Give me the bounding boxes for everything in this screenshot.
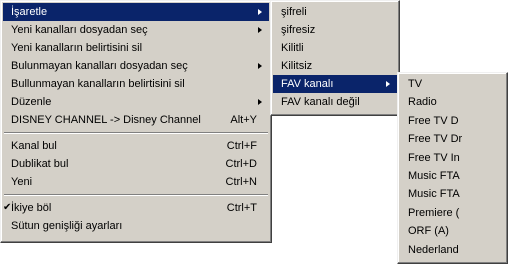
- submenu-item-fav-channel[interactable]: FAV kanalı: [273, 75, 397, 93]
- mark-submenu: şifreli şifresiz Kilitli Kilitsiz FAV ka…: [270, 0, 400, 116]
- fav-list-item[interactable]: Music FTA: [400, 167, 505, 185]
- menu-item-label: Bullunmayan kanalların belirtisini sil: [11, 78, 185, 90]
- menu-item-label: Free TV Dr: [408, 133, 463, 146]
- menu-item-select-new-from-file[interactable]: Yeni kanalları dosyadan seç: [3, 21, 269, 39]
- menu-item-select-missing-from-file[interactable]: Bulunmayan kanalları dosyadan seç: [3, 57, 269, 75]
- menu-item-label: Düzenle: [11, 96, 52, 108]
- menu-item-label: ORF (A): [408, 225, 449, 238]
- menu-item-label: İkiye böl: [11, 202, 52, 214]
- fav-list-item[interactable]: Premiere (: [400, 204, 505, 222]
- menu-item-label: Free TV D: [408, 114, 459, 127]
- menu-item-label: Premiere (: [408, 206, 460, 219]
- menu-item-label: İşaretle: [11, 6, 48, 18]
- menu-item-label: Music FTA: [408, 188, 460, 201]
- submenu-item-unlocked[interactable]: Kilitsiz: [273, 57, 397, 75]
- menu-item-label: Radio: [408, 96, 437, 109]
- menu-item-label: DISNEY CHANNEL -> Disney Channel: [11, 114, 201, 126]
- menu-item-label: Dublikat bul: [11, 158, 69, 170]
- submenu-arrow-icon: [258, 9, 262, 15]
- submenu-arrow-icon: [258, 27, 262, 33]
- menu-item-find-channel[interactable]: Kanal bul Ctrl+F: [3, 137, 269, 155]
- submenu-arrow-icon: [258, 99, 262, 105]
- menu-item-clear-new-marks[interactable]: Yeni kanalların belirtisini sil: [3, 39, 269, 57]
- menu-item-label: FAV kanalı: [281, 78, 334, 90]
- menu-item-label: Yeni: [11, 176, 33, 188]
- menu-item-label: Kilitli: [281, 42, 304, 54]
- menu-item-column-width-settings[interactable]: Sütun genişliği ayarları: [3, 217, 269, 235]
- submenu-item-not-fav-channel[interactable]: FAV kanalı değil: [273, 93, 397, 111]
- menu-separator: [4, 194, 268, 196]
- menu-item-label: Nederland: [408, 243, 459, 256]
- menu-item-shortcut: Ctrl+D: [225, 158, 257, 170]
- menu-item-split[interactable]: ✔ İkiye böl Ctrl+T: [3, 199, 269, 217]
- fav-list-item[interactable]: Nederland: [400, 241, 505, 259]
- fav-list-item[interactable]: Free TV Dr: [400, 130, 505, 148]
- submenu-arrow-icon: [386, 81, 390, 87]
- menu-item-label: şifresiz: [281, 24, 316, 36]
- menu-item-label: Kilitsiz: [281, 60, 313, 72]
- menu-item-clear-missing-marks[interactable]: Bullunmayan kanalların belirtisini sil: [3, 75, 269, 93]
- menu-item-edit[interactable]: Düzenle: [3, 93, 269, 111]
- menu-item-label: Yeni kanalların belirtisini sil: [11, 42, 143, 54]
- checkmark-icon: ✔: [3, 202, 12, 213]
- submenu-item-encrypted[interactable]: şifreli: [273, 3, 397, 21]
- fav-list-item[interactable]: ORF (A): [400, 222, 505, 240]
- menu-item-label: Sütun genişliği ayarları: [11, 220, 123, 232]
- menu-item-label: şifreli: [281, 6, 307, 18]
- menu-item-label: Kanal bul: [11, 140, 57, 152]
- menu-item-shortcut: Alt+Y: [230, 114, 257, 126]
- fav-submenu: TV Radio Free TV D Free TV Dr Free TV In…: [397, 72, 508, 264]
- menu-item-shortcut: Ctrl+N: [225, 176, 257, 188]
- menu-item-mark[interactable]: İşaretle: [3, 3, 269, 21]
- submenu-arrow-icon: [258, 63, 262, 69]
- submenu-item-unencrypted[interactable]: şifresiz: [273, 21, 397, 39]
- submenu-item-locked[interactable]: Kilitli: [273, 39, 397, 57]
- menu-item-label: Bulunmayan kanalları dosyadan seç: [11, 60, 188, 72]
- menu-item-find-duplicates[interactable]: Dublikat bul Ctrl+D: [3, 155, 269, 173]
- menu-separator: [4, 132, 268, 134]
- menu-item-label: FAV kanalı değil: [281, 96, 360, 108]
- menu-item-label: Yeni kanalları dosyadan seç: [11, 24, 148, 36]
- menu-item-shortcut: Ctrl+F: [226, 140, 257, 152]
- fav-list-item[interactable]: Free TV D: [400, 112, 505, 130]
- menu-item-new[interactable]: Yeni Ctrl+N: [3, 173, 269, 191]
- menu-item-label: Free TV In: [408, 151, 460, 164]
- fav-list-item[interactable]: TV: [400, 75, 505, 93]
- fav-list-item[interactable]: Radio: [400, 93, 505, 111]
- menu-item-label: TV: [408, 78, 423, 90]
- menu-item-label: Music FTA: [408, 169, 460, 182]
- menu-item-shortcut: Ctrl+T: [226, 202, 257, 214]
- menu-item-rename-disney[interactable]: DISNEY CHANNEL -> Disney Channel Alt+Y: [3, 111, 269, 129]
- fav-list-item[interactable]: Free TV In: [400, 149, 505, 167]
- context-menu: İşaretle Yeni kanalları dosyadan seç Yen…: [0, 0, 272, 243]
- fav-list-item[interactable]: Music FTA: [400, 185, 505, 203]
